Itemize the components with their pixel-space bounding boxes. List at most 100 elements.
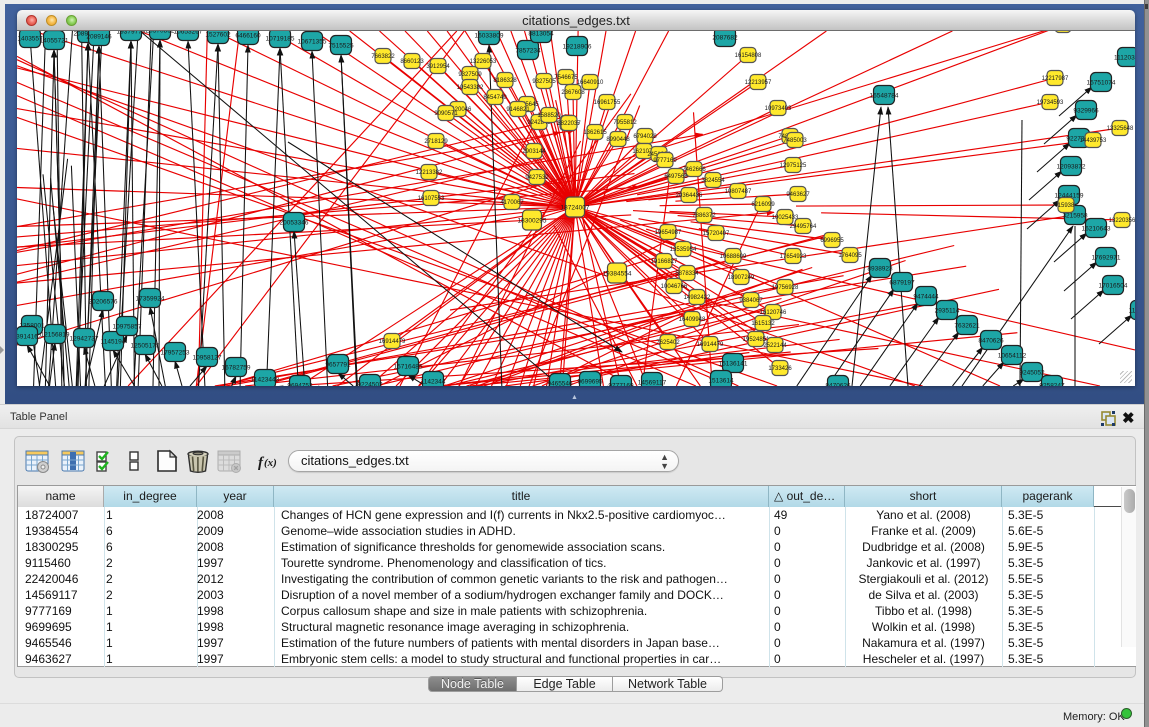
- svg-text:10975857: 10975857: [113, 323, 142, 330]
- svg-text:14055721: 14055721: [40, 37, 69, 44]
- svg-text:18907249: 18907249: [728, 275, 755, 281]
- svg-text:1362615: 1362615: [583, 130, 607, 136]
- svg-text:16914479: 16914479: [379, 339, 406, 345]
- svg-text:6794028: 6794028: [633, 134, 657, 140]
- svg-text:13325648: 13325648: [1107, 126, 1134, 132]
- svg-text:9694753: 9694753: [287, 382, 313, 386]
- svg-text:3912954: 3912954: [426, 64, 450, 70]
- svg-text:2522144: 2522144: [763, 343, 787, 349]
- svg-text:3215958: 3215958: [1062, 212, 1088, 219]
- svg-text:20570862: 20570862: [146, 31, 175, 34]
- svg-text:2935114: 2935114: [935, 307, 960, 314]
- svg-text:19756928: 19756928: [772, 285, 799, 291]
- svg-text:2903144: 2903144: [522, 149, 546, 155]
- svg-text:17957253: 17957253: [161, 349, 190, 356]
- svg-text:16548784: 16548784: [870, 92, 899, 99]
- svg-text:7663822: 7663822: [371, 54, 395, 60]
- svg-text:12213957: 12213957: [745, 80, 772, 86]
- svg-text:12975125: 12975125: [780, 163, 807, 169]
- svg-text:13535954: 13535954: [670, 247, 697, 253]
- svg-text:7546675: 7546675: [554, 75, 578, 81]
- svg-text:9327509: 9327509: [458, 72, 482, 78]
- svg-text:15720407: 15720407: [703, 231, 730, 237]
- svg-text:12213382: 12213382: [416, 170, 443, 176]
- svg-text:7955812: 7955812: [613, 120, 637, 126]
- svg-text:10046766: 10046766: [661, 284, 688, 290]
- svg-text:10688609: 10688609: [720, 254, 747, 260]
- svg-text:9146821: 9146821: [506, 107, 530, 113]
- svg-text:3822037: 3822037: [557, 121, 581, 127]
- svg-text:20053346: 20053346: [280, 219, 309, 226]
- svg-text:11120345: 11120345: [1114, 54, 1135, 61]
- svg-text:9657791: 9657791: [325, 361, 351, 368]
- svg-text:8813054: 8813054: [528, 31, 554, 37]
- svg-text:6216099: 6216099: [751, 202, 775, 208]
- svg-text:9777169: 9777169: [653, 158, 677, 164]
- svg-text:9474444: 9474444: [913, 293, 939, 300]
- svg-text:1513614: 1513614: [708, 377, 734, 384]
- svg-text:16961755: 16961755: [594, 100, 621, 106]
- svg-text:17016504: 17016504: [1099, 282, 1128, 289]
- svg-text:8470626: 8470626: [825, 382, 851, 386]
- svg-text:9090571: 9090571: [434, 111, 458, 117]
- svg-text:16409948: 16409948: [679, 317, 706, 323]
- svg-text:8990448: 8990448: [606, 137, 630, 143]
- svg-text:12156819: 12156819: [41, 331, 70, 338]
- svg-text:13226053: 13226053: [470, 59, 497, 65]
- svg-text:1145194: 1145194: [101, 338, 126, 345]
- svg-text:7886372: 7886372: [692, 213, 716, 219]
- svg-text:5878334: 5878334: [675, 271, 699, 277]
- svg-text:10719185: 10719185: [266, 35, 295, 42]
- svg-text:18724007: 18724007: [561, 204, 590, 211]
- svg-text:2087682: 2087682: [712, 34, 738, 41]
- svg-text:15938: 15938: [1058, 203, 1075, 209]
- svg-text:29495764: 29495764: [790, 224, 817, 230]
- svg-text:19734593: 19734593: [1037, 100, 1064, 106]
- svg-text:10958127: 10958127: [193, 354, 222, 361]
- svg-text:14569117: 14569117: [638, 379, 667, 386]
- svg-text:10973403: 10973403: [765, 106, 792, 112]
- svg-text:9465546: 9465546: [547, 380, 573, 386]
- svg-text:14439753: 14439753: [1080, 138, 1107, 144]
- svg-text:8938923: 8938923: [867, 265, 893, 272]
- svg-text:9777169: 9777169: [608, 382, 634, 386]
- svg-text:14982422: 14982422: [684, 295, 711, 301]
- svg-text:7857234: 7857234: [515, 47, 541, 54]
- svg-text:7515525: 7515525: [328, 42, 354, 49]
- svg-text:16640910: 16640910: [577, 80, 604, 86]
- svg-text:2718129: 2718129: [424, 139, 448, 145]
- svg-text:1588520: 1588520: [537, 113, 561, 119]
- svg-text:19166827: 19166827: [651, 259, 678, 265]
- svg-text:7632621: 7632621: [954, 322, 980, 329]
- svg-text:7462666: 7462666: [682, 167, 706, 173]
- svg-text:13914162: 13914162: [17, 333, 42, 340]
- svg-text:9258247: 9258247: [1039, 382, 1065, 386]
- svg-text:19654987: 19654987: [655, 230, 682, 236]
- svg-text:20206576: 20206576: [89, 298, 118, 305]
- svg-text:19384554: 19384554: [603, 270, 632, 277]
- svg-text:17654923: 17654923: [780, 254, 807, 260]
- svg-text:1527602: 1527602: [205, 31, 231, 38]
- svg-text:1733426: 1733426: [768, 366, 792, 372]
- svg-text:15751074: 15751074: [1087, 79, 1116, 86]
- svg-text:16154808: 16154808: [735, 53, 762, 59]
- svg-text:4170067: 4170067: [500, 200, 524, 206]
- svg-text:6466160: 6466160: [235, 32, 261, 39]
- svg-text:10807487: 10807487: [725, 189, 752, 195]
- svg-text:9224502: 9224502: [357, 381, 383, 386]
- svg-text:10653267: 10653267: [174, 31, 203, 35]
- svg-text:6879197: 6879197: [889, 279, 915, 286]
- svg-text:11423448: 11423448: [251, 376, 280, 383]
- svg-text:8454749: 8454749: [483, 95, 507, 101]
- svg-text:8470626: 8470626: [978, 337, 1004, 344]
- svg-text:18300295: 18300295: [518, 217, 547, 224]
- svg-text:13220356: 13220356: [1109, 218, 1135, 224]
- svg-text:1615132: 1615132: [751, 321, 775, 327]
- svg-text:17359924: 17359924: [136, 295, 165, 302]
- svg-text:16782759: 16782759: [222, 364, 251, 371]
- svg-text:9327505: 9327505: [532, 79, 556, 85]
- svg-text:19379778: 19379778: [117, 31, 146, 35]
- svg-text:16033809: 16033809: [475, 32, 504, 39]
- svg-text:3824554: 3824554: [701, 178, 725, 184]
- svg-text:9245052: 9245052: [1019, 369, 1045, 376]
